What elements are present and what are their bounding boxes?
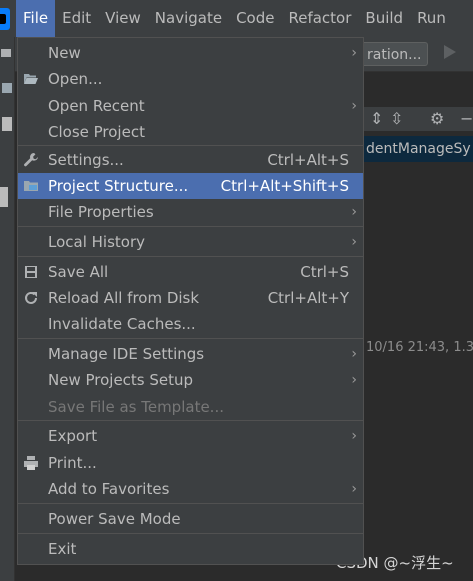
menu-item-save-all[interactable]: Save All Ctrl+S: [18, 259, 363, 285]
folder-open-icon: [24, 74, 38, 84]
submenu-arrow-icon: ›: [351, 428, 357, 444]
menu-item-label: Export: [48, 427, 98, 445]
menu-item-label: New: [48, 44, 81, 62]
shortcut-label: Ctrl+Alt+Y: [267, 289, 349, 307]
menu-item-label: Close Project: [48, 123, 145, 141]
submenu-arrow-icon: ›: [351, 372, 357, 388]
menu-item-export[interactable]: Export ›: [18, 423, 363, 449]
menu-item-open-recent[interactable]: Open Recent ›: [18, 93, 363, 119]
menu-item-add-to-favorites[interactable]: Add to Favorites ›: [18, 476, 363, 502]
submenu-arrow-icon: ›: [351, 346, 357, 362]
menu-navigate[interactable]: Navigate: [148, 0, 229, 37]
shortcut-label: Ctrl+Alt+Shift+S: [220, 177, 349, 195]
folder-icon[interactable]: [1, 49, 11, 57]
run-configuration-dropdown[interactable]: ration...: [356, 42, 428, 66]
menu-item-label: Open Recent: [48, 97, 145, 115]
save-icon: [25, 266, 37, 278]
submenu-arrow-icon: ›: [351, 98, 357, 114]
submenu-arrow-icon: ›: [351, 45, 357, 61]
menu-separator: [18, 420, 363, 421]
menu-item-label: Project Structure...: [48, 177, 189, 195]
shortcut-label: Ctrl+S: [300, 263, 349, 281]
file-menu: New › Open... Open Recent › Close Projec…: [17, 37, 364, 565]
menu-item-invalidate-caches[interactable]: Invalidate Caches...: [18, 311, 363, 337]
menu-item-manage-ide-settings[interactable]: Manage IDE Settings ›: [18, 341, 363, 367]
menu-item-project-structure[interactable]: Project Structure... Ctrl+Alt+Shift+S: [18, 173, 363, 199]
menu-separator: [18, 338, 363, 339]
menu-item-file-properties[interactable]: File Properties ›: [18, 199, 363, 225]
shortcut-label: Ctrl+Alt+S: [267, 151, 349, 169]
app-logo-icon: [0, 7, 10, 30]
menu-item-label: Settings...: [48, 151, 124, 169]
left-tool-strip: [0, 37, 15, 581]
menu-item-new[interactable]: New ›: [18, 40, 363, 66]
collapse-icon[interactable]: ⇳: [390, 107, 403, 131]
hide-icon[interactable]: −: [460, 107, 473, 131]
menu-separator: [18, 533, 363, 534]
menu-separator: [18, 256, 363, 257]
gear-icon[interactable]: ⚙: [430, 107, 444, 131]
menu-item-label: Print...: [48, 454, 97, 472]
menu-separator: [18, 503, 363, 504]
submenu-arrow-icon: ›: [351, 481, 357, 497]
menu-item-label: Reload All from Disk: [48, 289, 200, 307]
menu-item-close-project[interactable]: Close Project: [18, 119, 363, 145]
menu-item-exit[interactable]: Exit: [18, 536, 363, 562]
wrench-icon: [24, 153, 38, 167]
menubar: File Edit View Navigate Code Refactor Bu…: [0, 0, 473, 37]
menu-item-label: New Projects Setup: [48, 371, 194, 389]
module-icon[interactable]: [2, 83, 12, 93]
menu-item-power-save-mode[interactable]: Power Save Mode: [18, 506, 363, 532]
menu-edit[interactable]: Edit: [55, 0, 98, 37]
reload-icon: [25, 291, 37, 304]
menu-item-label: Exit: [48, 540, 77, 558]
menu-item-label: Manage IDE Settings: [48, 345, 205, 363]
project-tab-icon[interactable]: [2, 117, 12, 131]
submenu-arrow-icon: ›: [351, 234, 357, 250]
menu-run[interactable]: Run: [410, 0, 453, 37]
file-timestamp: 10/16 21:43, 1.37: [366, 340, 473, 355]
submenu-arrow-icon: ›: [351, 204, 357, 220]
menu-item-label: Add to Favorites: [48, 480, 170, 498]
menu-code[interactable]: Code: [229, 0, 281, 37]
menu-item-label: Save File as Template...: [48, 398, 224, 416]
menu-item-new-projects-setup[interactable]: New Projects Setup ›: [18, 367, 363, 393]
run-icon[interactable]: [444, 45, 456, 59]
menu-view[interactable]: View: [98, 0, 148, 37]
project-structure-icon: [24, 181, 38, 191]
menu-item-reload-all[interactable]: Reload All from Disk Ctrl+Alt+Y: [18, 285, 363, 311]
menu-build[interactable]: Build: [358, 0, 410, 37]
menu-refactor[interactable]: Refactor: [281, 0, 358, 37]
menu-item-local-history[interactable]: Local History ›: [18, 229, 363, 255]
expand-icon[interactable]: ⇕: [370, 107, 383, 131]
structure-tab-icon[interactable]: [0, 187, 8, 207]
menu-item-settings[interactable]: Settings... Ctrl+Alt+S: [18, 147, 363, 173]
menu-item-label: Invalidate Caches...: [48, 315, 196, 333]
menu-separator: [18, 226, 363, 227]
menu-item-label: File Properties: [48, 203, 154, 221]
menu-item-save-file-as-template: Save File as Template...: [18, 394, 363, 420]
menu-item-label: Local History: [48, 233, 146, 251]
menu-file[interactable]: File: [16, 0, 56, 37]
menu-item-open[interactable]: Open...: [18, 66, 363, 92]
project-tree-row[interactable]: dentManageSy: [364, 136, 473, 162]
menu-separator: [18, 145, 363, 146]
menu-item-label: Power Save Mode: [48, 510, 181, 528]
menu-item-label: Save All: [48, 263, 109, 281]
menu-item-print[interactable]: Print...: [18, 450, 363, 476]
menu-item-label: Open...: [48, 70, 103, 88]
print-icon: [24, 456, 38, 470]
